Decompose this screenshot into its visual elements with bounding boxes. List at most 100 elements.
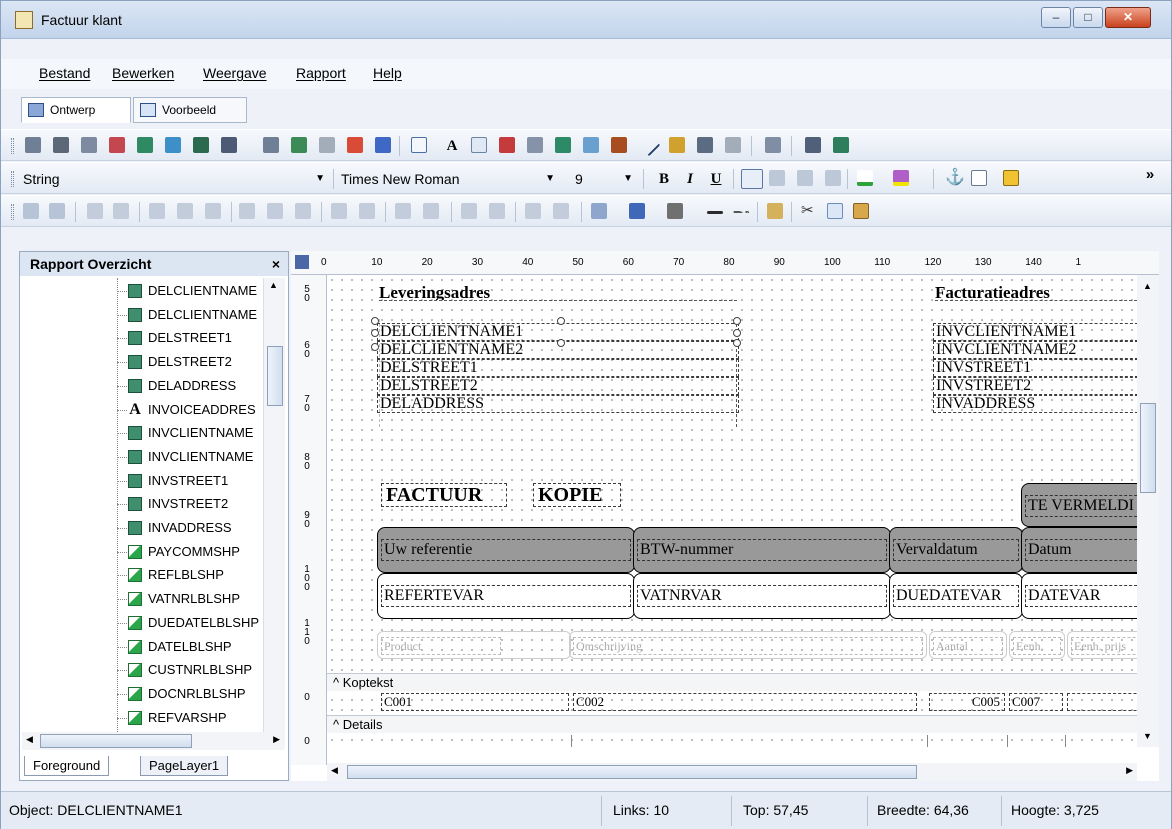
crosstab-icon[interactable] xyxy=(697,137,713,153)
align-lefts-icon[interactable] xyxy=(149,203,165,219)
align-middles-icon[interactable] xyxy=(267,203,283,219)
align-left-button[interactable] xyxy=(741,169,763,189)
group-header-icon[interactable] xyxy=(81,137,97,153)
page-footer-icon[interactable] xyxy=(263,137,279,153)
copy-icon[interactable] xyxy=(827,203,843,219)
uw-referentie-label[interactable]: Uw referentie xyxy=(381,539,631,561)
vervaldatum-label[interactable]: Vervaldatum xyxy=(893,539,1019,561)
panel-vertical-scrollbar[interactable]: ▲ ▼ xyxy=(263,278,285,748)
scroll-up-icon[interactable]: ▲ xyxy=(1143,281,1152,291)
region-icon[interactable] xyxy=(833,137,849,153)
selection-handle[interactable] xyxy=(371,343,379,351)
canvas-horizontal-scrollbar[interactable]: ◀ ▶ xyxy=(327,763,1137,781)
eenh-label[interactable]: Eenh. xyxy=(1013,637,1061,655)
product-label[interactable]: Product xyxy=(381,637,501,655)
align-to-grid-icon[interactable] xyxy=(49,203,65,219)
barcode-icon[interactable] xyxy=(805,137,821,153)
select-pointer-icon[interactable] xyxy=(411,137,427,153)
delstreet2-field[interactable]: DELSTREET2 xyxy=(377,377,739,395)
database-band-icon[interactable] xyxy=(347,137,363,153)
tree-item[interactable]: DELSTREET1 xyxy=(120,327,263,349)
scroll-thumb[interactable] xyxy=(347,765,917,779)
column-header-icon[interactable] xyxy=(221,137,237,153)
center-horizontal-icon[interactable] xyxy=(461,203,477,219)
border-icon[interactable] xyxy=(971,170,987,186)
tab-voorbeeld[interactable]: Voorbeeld xyxy=(133,97,247,123)
scroll-thumb[interactable] xyxy=(267,346,283,406)
invstreet2-field[interactable]: INVSTREET2 xyxy=(933,377,1137,395)
menu-weergave[interactable]: Weergave xyxy=(203,65,267,81)
scroll-right-icon[interactable]: ▶ xyxy=(1126,765,1133,776)
datevar-field[interactable]: DATEVAR xyxy=(1025,585,1137,607)
selection-handle[interactable] xyxy=(733,339,741,347)
bold-button[interactable]: B xyxy=(653,169,675,189)
selection-handle[interactable] xyxy=(733,329,741,337)
scroll-thumb[interactable] xyxy=(40,734,192,748)
tree-item[interactable]: VATNRLBLSHP xyxy=(120,588,263,610)
chart-tool-icon[interactable] xyxy=(669,137,685,153)
shadow-icon[interactable] xyxy=(1003,170,1019,186)
tree-item[interactable]: INVSTREET2 xyxy=(120,493,263,515)
c-field-cut[interactable]: C( xyxy=(1067,693,1137,711)
selection-handle[interactable] xyxy=(557,317,565,325)
group-footer-icon[interactable] xyxy=(109,137,125,153)
tree-item[interactable]: DOCNRLBLSHP xyxy=(120,683,263,705)
deladdress-field[interactable]: DELADDRESS xyxy=(377,395,739,413)
cut-icon[interactable]: ✂ xyxy=(801,203,817,219)
align-left-edges-icon[interactable] xyxy=(23,203,39,219)
subreport-icon[interactable] xyxy=(765,137,781,153)
scroll-thumb[interactable] xyxy=(1140,403,1156,493)
tree-item[interactable]: DATELBLSHP xyxy=(120,636,263,658)
menu-rapport[interactable]: Rapport xyxy=(296,65,346,81)
font-family-select[interactable]: Times New Roman ▼ xyxy=(341,168,559,190)
line-width-icon[interactable] xyxy=(707,211,723,214)
italic-button[interactable]: I xyxy=(679,169,701,189)
eenh-prijs-label[interactable]: Eenh. prijs xyxy=(1071,637,1137,655)
rich-text-icon[interactable] xyxy=(499,137,515,153)
center-vertical-icon[interactable] xyxy=(489,203,505,219)
close-button[interactable]: ✕ xyxy=(1105,7,1151,28)
ruler-corner-icon[interactable] xyxy=(295,255,309,269)
tree-item[interactable]: INVCLIENTNAME xyxy=(120,422,263,444)
aantal-label[interactable]: Aantal xyxy=(933,637,1003,655)
page-header-icon[interactable] xyxy=(53,137,69,153)
font-size-select[interactable]: 9 ▼ xyxy=(575,168,637,190)
bring-to-front-icon[interactable] xyxy=(87,203,103,219)
c001-field[interactable]: C001 xyxy=(381,693,569,711)
c007-field[interactable]: C007 xyxy=(1009,693,1063,711)
align-right-button[interactable] xyxy=(797,170,813,186)
tree-item[interactable]: DELCLIENTNAME xyxy=(120,304,263,326)
tree-item[interactable]: DELADDRESS xyxy=(120,375,263,397)
delclientname1-field[interactable]: DELCLIENTNAME1 xyxy=(377,323,739,341)
kopie-label[interactable]: KOPIE xyxy=(533,483,621,507)
align-tops-icon[interactable] xyxy=(239,203,255,219)
close-icon[interactable]: × xyxy=(272,252,280,276)
panel-horizontal-scrollbar[interactable]: ◀ ▶ xyxy=(22,732,284,750)
tree-item[interactable]: INVCLIENTNAME xyxy=(120,446,263,468)
tree-item[interactable]: INVSTREET1 xyxy=(120,470,263,492)
checkbox-tool-icon[interactable] xyxy=(725,137,741,153)
vatnrvar-field[interactable]: VATNRVAR xyxy=(637,585,887,607)
tree-item[interactable]: DELSTREET2 xyxy=(120,351,263,373)
line-color-icon[interactable] xyxy=(629,203,645,219)
system-data-icon[interactable] xyxy=(527,137,543,153)
delstreet1-field[interactable]: DELSTREET1 xyxy=(377,359,739,377)
selection-handle[interactable] xyxy=(733,317,741,325)
space-vertical-icon[interactable] xyxy=(359,203,375,219)
menu-bewerken[interactable]: Bewerken xyxy=(112,65,174,81)
invclientname1-field[interactable]: INVCLIENTNAME1 xyxy=(933,323,1137,341)
invclientname2-field[interactable]: INVCLIENTNAME2 xyxy=(933,341,1137,359)
overlay-band-icon[interactable] xyxy=(319,137,335,153)
minimize-button[interactable]: – xyxy=(1041,7,1071,28)
send-to-back-icon[interactable] xyxy=(113,203,129,219)
toolbar-overflow-button[interactable]: » xyxy=(1139,165,1161,185)
justify-button[interactable] xyxy=(825,170,841,186)
selection-handle[interactable] xyxy=(371,329,379,337)
db-text-icon[interactable] xyxy=(555,137,571,153)
db-image-icon[interactable] xyxy=(611,137,627,153)
invoice-title[interactable]: Facturatieadres xyxy=(935,283,1137,301)
menu-help[interactable]: Help xyxy=(373,65,402,81)
btw-nummer-label[interactable]: BTW-nummer xyxy=(637,539,887,561)
same-height-icon[interactable] xyxy=(395,203,411,219)
align-centers-icon[interactable] xyxy=(177,203,193,219)
